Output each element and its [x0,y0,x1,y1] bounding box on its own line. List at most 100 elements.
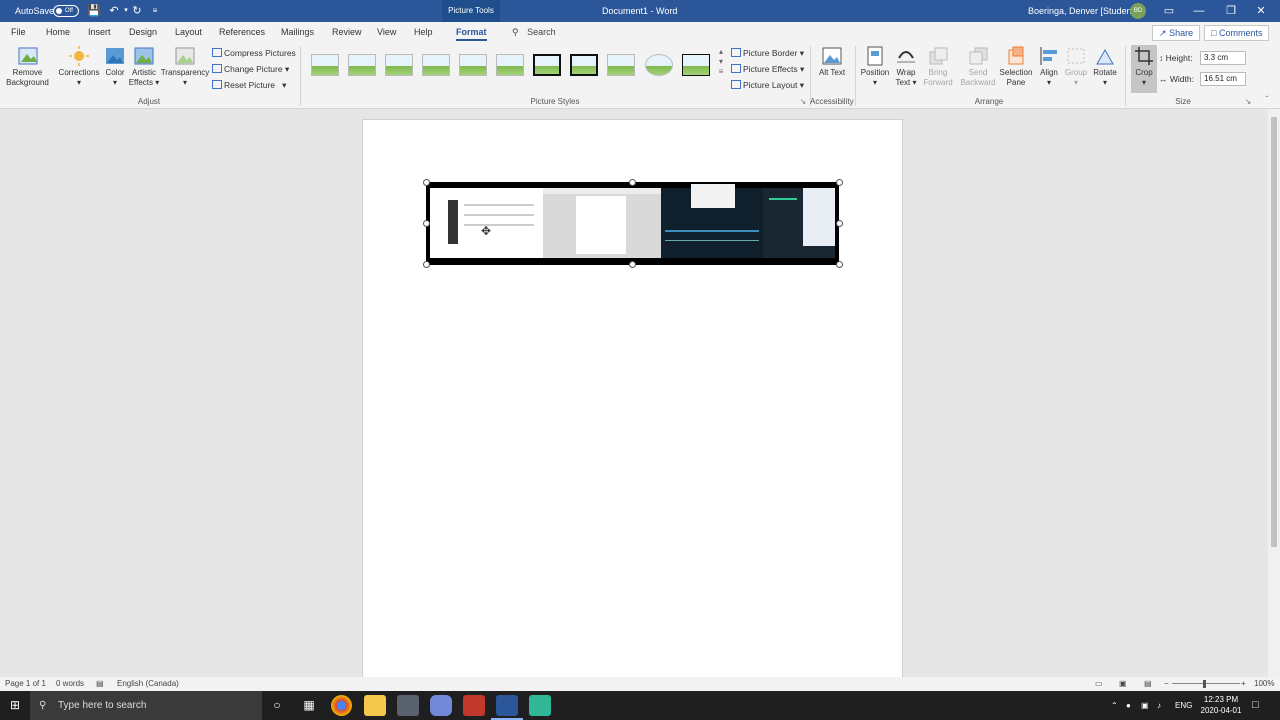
user-name[interactable]: Boeringa, Denver [Student] [1028,0,1137,22]
network-icon[interactable]: ▣ [1141,691,1149,720]
bring-forward-button[interactable]: Bring Forward [920,46,956,88]
picture-style-4[interactable] [422,54,450,76]
mixer-app-icon[interactable] [463,695,485,716]
picture-border-button[interactable]: Picture Border ▾ [731,46,804,60]
transparency-button[interactable]: Transparency ▾ [160,46,210,88]
picture-style-9[interactable] [607,54,635,76]
page-count[interactable]: Page 1 of 1 [5,677,46,691]
input-language[interactable]: ENG [1175,691,1192,720]
avatar[interactable]: BD [1130,3,1146,19]
file-explorer-icon[interactable] [364,695,386,716]
ribbon-display-icon[interactable]: ▭ [1154,0,1184,22]
picture-style-10[interactable] [645,54,673,76]
resize-handle-ne[interactable] [836,179,843,186]
document-page[interactable]: ✥ [362,119,903,679]
word-count[interactable]: 0 words [56,677,84,691]
minimize-icon[interactable]: — [1184,0,1214,22]
picture-style-1[interactable] [311,54,339,76]
picture-style-5[interactable] [459,54,487,76]
selected-picture[interactable]: ✥ [423,179,843,268]
close-icon[interactable]: ✕ [1246,0,1276,22]
group-button[interactable]: Group ▾ [1062,46,1090,88]
picture-style-2[interactable] [348,54,376,76]
zoom-level[interactable]: 100% [1254,677,1274,691]
position-button[interactable]: Position ▾ [858,46,892,88]
crop-button[interactable]: Crop ▾ [1131,46,1157,88]
resize-handle-s[interactable] [629,261,636,268]
styles-gallery-scroll[interactable]: ▴ ▾ ≡ [716,47,726,77]
tab-mailings[interactable]: Mailings [281,22,314,43]
redo-icon[interactable]: ↻ [130,4,144,18]
save-icon[interactable]: 💾 [87,4,101,18]
zoom-out-icon[interactable]: − [1164,677,1169,691]
width-field[interactable]: 16.51 cm [1200,72,1246,86]
picture-style-11[interactable] [682,54,710,76]
taskbar-search[interactable]: ⚲ Type here to search [30,691,262,720]
picture-style-7[interactable] [533,54,561,76]
dialog-launcher-icon[interactable]: ↘ [799,97,807,107]
tab-file[interactable]: File [11,22,26,43]
picture-style-3[interactable] [385,54,413,76]
color-button[interactable]: Color ▾ [102,46,128,88]
tray-overflow-icon[interactable]: ⌃ [1111,691,1118,720]
scrollbar-thumb[interactable] [1271,117,1277,547]
chat-app-icon[interactable] [529,695,551,716]
alt-text-button[interactable]: Alt Text [815,46,849,78]
picture-style-6[interactable] [496,54,524,76]
comments-button[interactable]: □ Comments [1204,25,1270,41]
task-view-icon[interactable]: ▦ [298,691,320,720]
wrap-text-button[interactable]: Wrap Text ▾ [892,46,920,88]
tab-home[interactable]: Home [46,22,70,43]
system-clock[interactable]: 12:23 PM 2020-04-01 [1198,694,1244,716]
document-canvas[interactable]: ✥ [0,109,1268,679]
picture-style-8[interactable] [570,54,598,76]
word-taskbar-icon[interactable] [491,695,523,720]
discord-icon[interactable] [430,695,452,716]
proofing-icon[interactable]: ▤ [96,677,104,691]
chrome-icon[interactable] [331,695,352,716]
remove-background-button[interactable]: Remove Background [5,46,50,88]
reset-picture-button[interactable]: Reset Picture ▾ [212,78,286,92]
tab-review[interactable]: Review [332,22,362,43]
tab-references[interactable]: References [219,22,265,43]
snipping-tool-icon[interactable] [397,695,419,716]
resize-handle-n[interactable] [629,179,636,186]
zoom-slider-thumb[interactable] [1203,680,1206,688]
height-field[interactable]: 3.3 cm [1200,51,1246,65]
vertical-scrollbar[interactable] [1268,109,1280,677]
size-dialog-launcher-icon[interactable]: ↘ [1244,97,1252,107]
tab-view[interactable]: View [377,22,396,43]
zoom-slider[interactable] [1172,683,1240,684]
resize-handle-e[interactable] [836,220,843,227]
compress-pictures-button[interactable]: Compress Pictures [212,46,296,60]
restore-icon[interactable]: ❐ [1216,0,1246,22]
tab-layout[interactable]: Layout [175,22,202,43]
artistic-effects-button[interactable]: Artistic Effects ▾ [128,46,160,88]
autosave-toggle[interactable]: Off [53,5,79,17]
customize-qat-icon[interactable]: ≡ [148,4,162,18]
tab-format[interactable]: Format [456,22,487,43]
picture-layout-button[interactable]: Picture Layout ▾ [731,78,804,92]
web-layout-icon[interactable]: ▤ [1144,677,1152,691]
microphone-icon[interactable]: ● [1126,691,1131,720]
resize-handle-nw[interactable] [423,179,430,186]
language-status[interactable]: English (Canada) [117,677,179,691]
picture-effects-button[interactable]: Picture Effects ▾ [731,62,804,76]
resize-handle-w[interactable] [423,220,430,227]
align-button[interactable]: Align ▾ [1036,46,1062,88]
send-backward-button[interactable]: Send Backward [958,46,998,88]
read-mode-icon[interactable]: ▭ [1095,677,1103,691]
zoom-in-icon[interactable]: + [1241,677,1246,691]
volume-icon[interactable]: ♪ [1157,691,1161,720]
collapse-ribbon-icon[interactable]: ˆ [1262,95,1272,105]
change-picture-button[interactable]: Change Picture ▾ [212,62,289,76]
share-button[interactable]: ↗ Share [1152,25,1201,41]
tab-help[interactable]: Help [414,22,433,43]
rotate-button[interactable]: Rotate ▾ [1090,46,1120,88]
resize-handle-sw[interactable] [423,261,430,268]
start-icon[interactable]: ⊞ [0,691,30,720]
tab-design[interactable]: Design [129,22,157,43]
tell-me-search[interactable]: ⚲ Search [512,22,556,43]
corrections-button[interactable]: Corrections ▾ [56,46,102,88]
print-layout-icon[interactable]: ▣ [1119,677,1127,691]
